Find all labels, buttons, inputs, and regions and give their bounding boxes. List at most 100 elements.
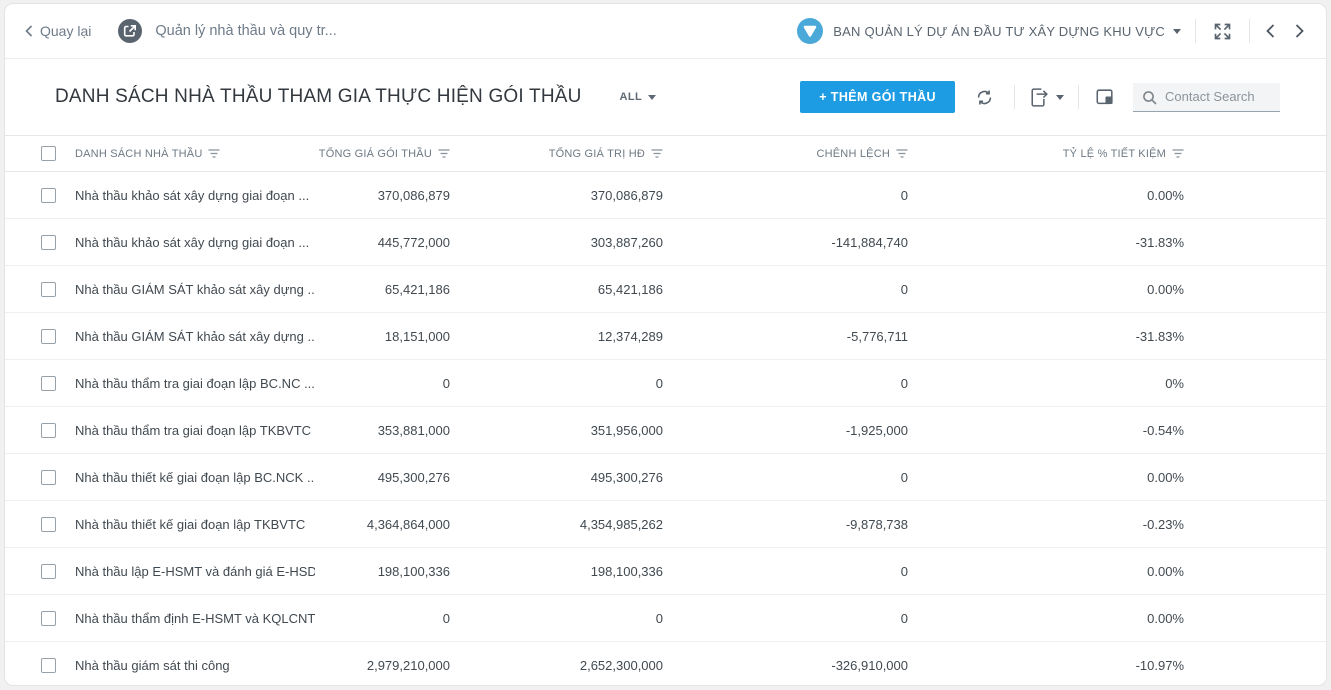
table-row: Nhà thầu thiết kế giai đoạn lập TKBVTC 4…	[5, 501, 1326, 548]
contractor-name[interactable]: Nhà thầu giám sát thi công	[75, 642, 315, 687]
row-checkbox[interactable]	[41, 517, 56, 532]
column-header-difference[interactable]: CHÊNH LỆCH	[816, 148, 908, 160]
filter-icon	[438, 149, 450, 158]
search-box	[1133, 83, 1280, 112]
total-contract-value: 303,887,260	[450, 219, 663, 266]
table-row: Nhà thầu thẩm định E-HSMT và KQLCNT 0 0 …	[5, 595, 1326, 642]
column-header-total-package[interactable]: TỔNG GIÁ GÓI THẦU	[319, 148, 450, 160]
divider	[1249, 19, 1250, 43]
row-checkbox[interactable]	[41, 564, 56, 579]
column-header-contractor[interactable]: DANH SÁCH NHÀ THẦU	[75, 148, 220, 160]
divider	[1195, 19, 1196, 43]
add-package-button[interactable]: + THÊM GÓI THẦU	[800, 81, 955, 113]
table-row: Nhà thầu khảo sát xây dựng giai đoạn ...…	[5, 172, 1326, 219]
settings-panel-icon[interactable]	[1093, 85, 1117, 109]
table-row: Nhà thầu GIÁM SÁT khảo sát xây dựng ... …	[5, 266, 1326, 313]
select-all-checkbox[interactable]	[41, 146, 56, 161]
filter-icon	[208, 149, 220, 158]
row-checkbox[interactable]	[41, 329, 56, 344]
main-panel: Quay lại Quản lý nhà thầu và quy tr... B…	[4, 3, 1327, 686]
savings-percent: 0.00%	[908, 548, 1326, 595]
next-page-icon[interactable]	[1293, 22, 1306, 40]
row-checkbox[interactable]	[41, 235, 56, 250]
contractor-name[interactable]: Nhà thầu thiết kế giai đoạn lập BC.NCK .…	[75, 454, 315, 501]
filter-icon	[651, 149, 663, 158]
chevron-left-icon	[25, 25, 33, 37]
top-bar: Quay lại Quản lý nhà thầu và quy tr... B…	[5, 4, 1326, 59]
total-package-value: 2,979,210,000	[315, 642, 450, 687]
difference-value: 0	[663, 266, 908, 313]
column-header-savings[interactable]: TỶ LỆ % TIẾT KIỆM	[1063, 148, 1184, 160]
row-checkbox[interactable]	[41, 282, 56, 297]
scope-selector[interactable]: ALL	[620, 91, 657, 103]
difference-value: -141,884,740	[663, 219, 908, 266]
savings-percent: -31.83%	[908, 313, 1326, 360]
total-contract-value: 65,421,186	[450, 266, 663, 313]
contractor-name[interactable]: Nhà thầu thẩm tra giai đoạn lập BC.NC ..…	[75, 360, 315, 407]
table-row: Nhà thầu GIÁM SÁT khảo sát xây dựng ... …	[5, 313, 1326, 360]
total-package-value: 198,100,336	[315, 548, 450, 595]
total-contract-value: 0	[450, 595, 663, 642]
row-checkbox[interactable]	[41, 658, 56, 673]
table-row: Nhà thầu khảo sát xây dựng giai đoạn ...…	[5, 219, 1326, 266]
external-link-icon[interactable]	[117, 18, 143, 44]
row-checkbox[interactable]	[41, 611, 56, 626]
filter-icon	[896, 149, 908, 158]
divider	[1014, 85, 1015, 109]
total-package-value: 370,086,879	[315, 172, 450, 219]
row-checkbox[interactable]	[41, 376, 56, 391]
total-contract-value: 4,354,985,262	[450, 501, 663, 548]
app-title[interactable]: Quản lý nhà thầu và quy tr...	[155, 23, 336, 39]
contractor-name[interactable]: Nhà thầu khảo sát xây dựng giai đoạn ...	[75, 172, 315, 219]
refresh-icon[interactable]	[973, 86, 996, 109]
contractor-name[interactable]: Nhà thầu lập E-HSMT và đánh giá E-HSDT	[75, 548, 315, 595]
total-contract-value: 12,374,289	[450, 313, 663, 360]
contractor-name[interactable]: Nhà thầu khảo sát xây dựng giai đoạn ...	[75, 219, 315, 266]
total-package-value: 4,364,864,000	[315, 501, 450, 548]
difference-value: 0	[663, 360, 908, 407]
difference-value: -5,776,711	[663, 313, 908, 360]
table-header-row: DANH SÁCH NHÀ THẦU TỔNG GIÁ GÓI THẦU TỔN…	[5, 136, 1326, 172]
savings-percent: 0.00%	[908, 172, 1326, 219]
savings-percent: 0.00%	[908, 266, 1326, 313]
row-checkbox[interactable]	[41, 423, 56, 438]
difference-value: 0	[663, 454, 908, 501]
difference-value: -1,925,000	[663, 407, 908, 454]
column-header-total-contract[interactable]: TỔNG GIÁ TRỊ HĐ	[549, 148, 663, 160]
row-checkbox[interactable]	[41, 188, 56, 203]
table-row: Nhà thầu thiết kế giai đoạn lập BC.NCK .…	[5, 454, 1326, 501]
org-selector[interactable]: BAN QUẢN LÝ DỰ ÁN ĐẦU TƯ XÂY DỰNG KHU VỰ…	[797, 18, 1181, 44]
contractor-name[interactable]: Nhà thầu thẩm tra giai đoạn lập TKBVTC	[75, 407, 315, 454]
difference-value: 0	[663, 595, 908, 642]
scope-label: ALL	[620, 91, 643, 103]
back-label: Quay lại	[40, 23, 91, 39]
total-package-value: 18,151,000	[315, 313, 450, 360]
contractor-name[interactable]: Nhà thầu thẩm định E-HSMT và KQLCNT	[75, 595, 315, 642]
export-menu[interactable]	[1029, 87, 1064, 108]
back-button[interactable]: Quay lại	[25, 23, 91, 39]
prev-page-icon[interactable]	[1264, 22, 1277, 40]
export-document-icon	[1029, 87, 1049, 108]
total-contract-value: 370,086,879	[450, 172, 663, 219]
difference-value: -9,878,738	[663, 501, 908, 548]
table-row: Nhà thầu thẩm tra giai đoạn lập BC.NC ..…	[5, 360, 1326, 407]
total-contract-value: 0	[450, 360, 663, 407]
contractor-name[interactable]: Nhà thầu GIÁM SÁT khảo sát xây dựng ...	[75, 266, 315, 313]
total-contract-value: 2,652,300,000	[450, 642, 663, 687]
total-package-value: 445,772,000	[315, 219, 450, 266]
contractor-name[interactable]: Nhà thầu GIÁM SÁT khảo sát xây dựng ...	[75, 313, 315, 360]
contractor-name[interactable]: Nhà thầu thiết kế giai đoạn lập TKBVTC	[75, 501, 315, 548]
toolbar: DANH SÁCH NHÀ THẦU THAM GIA THỰC HIỆN GÓ…	[5, 59, 1326, 135]
page-title: DANH SÁCH NHÀ THẦU THAM GIA THỰC HIỆN GÓ…	[55, 86, 582, 108]
difference-value: -326,910,000	[663, 642, 908, 687]
savings-percent: -0.54%	[908, 407, 1326, 454]
savings-percent: 0.00%	[908, 454, 1326, 501]
search-input[interactable]	[1133, 83, 1280, 112]
org-avatar-icon	[797, 18, 823, 44]
contractors-table: DANH SÁCH NHÀ THẦU TỔNG GIÁ GÓI THẦU TỔN…	[5, 135, 1326, 686]
table-row: Nhà thầu thẩm tra giai đoạn lập TKBVTC 3…	[5, 407, 1326, 454]
fullscreen-icon[interactable]	[1210, 19, 1235, 44]
table-row: Nhà thầu giám sát thi công 2,979,210,000…	[5, 642, 1326, 687]
chevron-down-icon	[1173, 29, 1181, 34]
row-checkbox[interactable]	[41, 470, 56, 485]
